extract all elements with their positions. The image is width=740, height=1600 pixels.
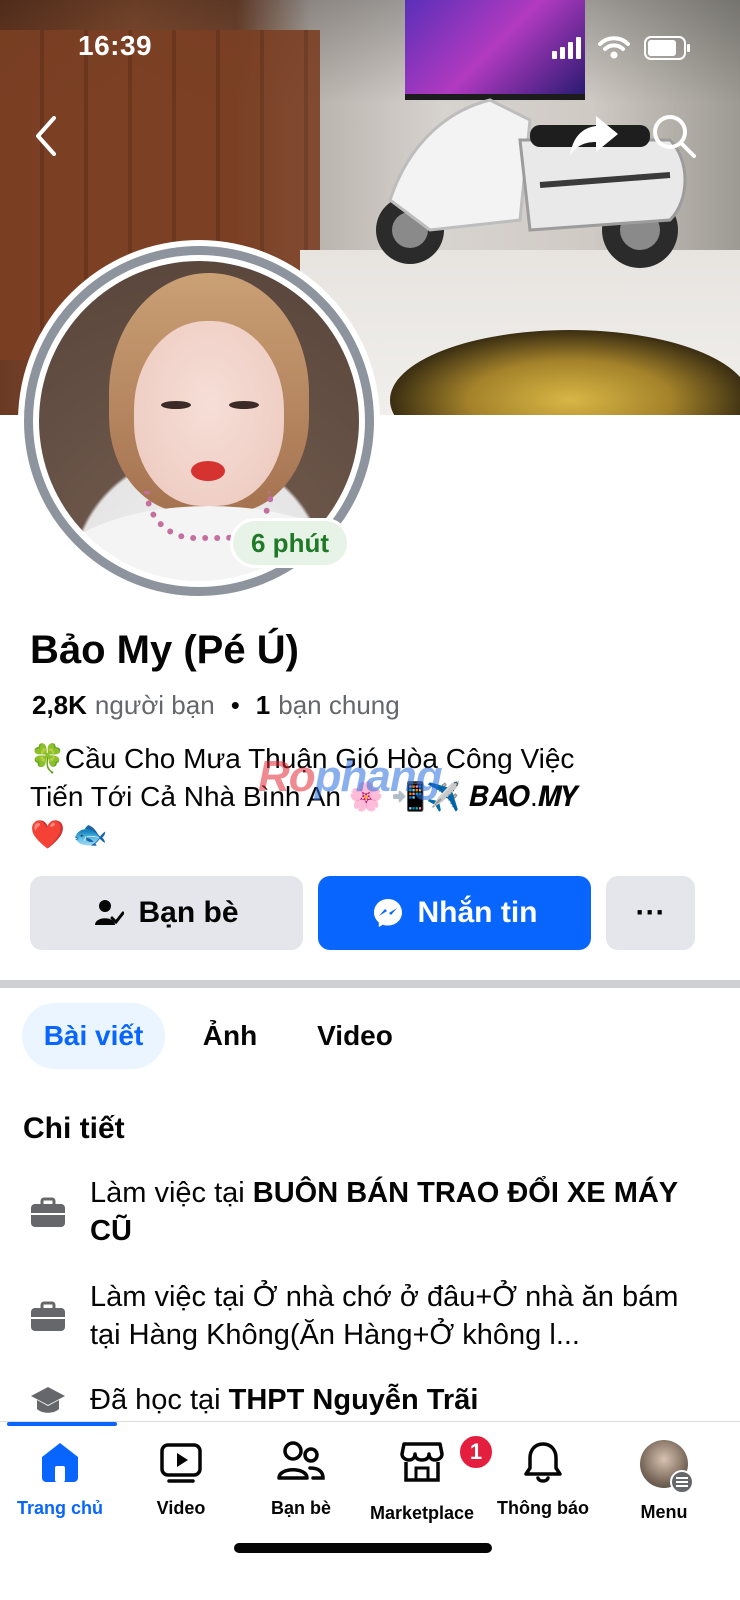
story-time-badge[interactable]: 6 phút	[230, 518, 350, 568]
nav-marketplace[interactable]: 1 Marketplace	[362, 1434, 494, 1524]
more-icon: ···	[635, 896, 666, 929]
nav-home-label: Trang chủ	[16, 1498, 103, 1518]
tab-posts[interactable]: Bài viết	[22, 1003, 165, 1069]
friend-stats[interactable]: 2,8K người bạn • 1 bạn chung	[32, 690, 400, 721]
share-icon[interactable]	[568, 112, 620, 160]
menu-avatar	[640, 1440, 694, 1494]
mutual-label: bạn chung	[278, 690, 400, 720]
back-icon[interactable]	[28, 112, 68, 160]
nav-marketplace-label: Marketplace	[369, 1503, 475, 1523]
bottom-nav: Trang chủ Video Bạn bè 1 Marketplace Thô…	[0, 1421, 740, 1600]
video-icon	[160, 1443, 202, 1483]
home-indicator	[234, 1543, 492, 1553]
friends-button-label: Bạn bè	[138, 896, 239, 929]
section-divider	[0, 980, 740, 988]
marketplace-icon	[400, 1442, 444, 1482]
bell-icon	[524, 1442, 562, 1483]
nav-friends[interactable]: Bạn bè	[241, 1440, 361, 1519]
nav-menu[interactable]: Menu	[604, 1440, 724, 1523]
bio-line-3: ❤️ 🐟	[30, 819, 108, 850]
menu-hamburger-icon	[670, 1470, 694, 1494]
details-title: Chi tiết	[23, 1112, 125, 1145]
nav-video[interactable]: Video	[121, 1440, 241, 1519]
messenger-icon	[373, 899, 402, 927]
graduation-cap-icon	[31, 1387, 65, 1413]
friends-label: người bạn	[94, 690, 215, 720]
message-button[interactable]: Nhắn tin	[318, 876, 591, 950]
status-time: 16:39	[78, 30, 153, 61]
tab-videos[interactable]: Video	[300, 1003, 410, 1069]
detail-education[interactable]: Đã học tại THPT Nguyễn Trãi	[30, 1381, 710, 1419]
home-icon	[42, 1443, 78, 1482]
nav-video-label: Video	[156, 1498, 206, 1518]
status-icons	[552, 36, 692, 60]
watermark: Rophang	[258, 752, 443, 801]
profile-name: Bảo My (Pé Ú)	[30, 628, 299, 672]
battery-icon	[644, 36, 690, 60]
signal-icon	[552, 37, 581, 59]
detail-work-2[interactable]: Làm việc tại Ở nhà chớ ở đâu+Ở nhà ăn bá…	[30, 1278, 710, 1354]
active-tab-indicator	[7, 1422, 117, 1426]
nav-notifications[interactable]: Thông báo	[483, 1440, 603, 1519]
nav-menu-label: Menu	[640, 1502, 688, 1522]
friends-icon	[277, 1441, 325, 1480]
nav-notifications-label: Thông báo	[497, 1498, 589, 1518]
detail-work-1[interactable]: Làm việc tại BUÔN BÁN TRAO ĐỔI XE MÁY CŨ	[30, 1174, 710, 1250]
briefcase-icon	[31, 1301, 65, 1331]
tab-photos[interactable]: Ảnh	[190, 1003, 270, 1069]
friends-button[interactable]: Bạn bè	[30, 876, 303, 950]
nav-home[interactable]: Trang chủ	[0, 1440, 120, 1519]
search-icon[interactable]	[650, 112, 698, 160]
mutual-count: 1	[255, 690, 271, 720]
marketplace-icon-wrap: 1	[400, 1434, 494, 1489]
separator-dot: •	[230, 690, 240, 720]
more-options-button[interactable]: ···	[606, 876, 695, 950]
briefcase-icon	[31, 1197, 65, 1227]
wifi-icon	[598, 36, 630, 59]
friends-count: 2,8K	[32, 690, 87, 720]
school-name: THPT Nguyễn Trãi	[228, 1384, 479, 1416]
cover-scooter	[376, 98, 687, 268]
friend-check-icon	[95, 900, 125, 925]
message-button-label: Nhắn tin	[417, 896, 538, 929]
nav-friends-label: Bạn bè	[270, 1498, 331, 1518]
